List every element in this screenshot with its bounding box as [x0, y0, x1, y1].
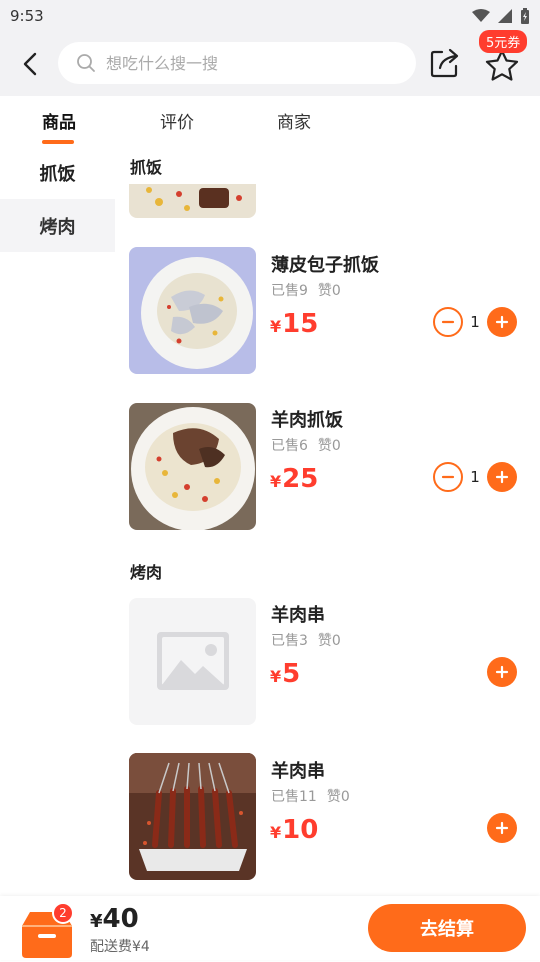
- search-bar[interactable]: [58, 42, 416, 84]
- section-title: 抓饭: [130, 158, 163, 177]
- cart-total: ¥40: [90, 904, 139, 934]
- item-like-count: 赞0: [317, 283, 341, 299]
- mutton-rice-image: [129, 403, 256, 530]
- item-name: 薄皮包子抓饭: [271, 255, 379, 276]
- battery-icon: [521, 8, 529, 24]
- sidebar-background: [0, 252, 115, 902]
- tab-reviews[interactable]: 评价: [160, 108, 194, 133]
- cart-total-value: 40: [102, 904, 139, 934]
- food-image[interactable]: [129, 247, 256, 374]
- currency-symbol: ¥: [90, 911, 103, 932]
- plus-icon: [495, 665, 509, 679]
- item-name: 羊肉抓饭: [271, 410, 343, 431]
- food-image[interactable]: [129, 403, 256, 530]
- section-title: 烤肉: [130, 563, 163, 582]
- decrease-quantity-button[interactable]: [433, 307, 463, 337]
- food-image[interactable]: [129, 184, 256, 218]
- item-meta: 已售11 赞0: [271, 786, 360, 806]
- item-meta: 已售6 赞0: [271, 435, 351, 455]
- search-icon: [77, 54, 95, 72]
- item-meta: 已售9 赞0: [271, 280, 351, 300]
- header: 5元券: [0, 30, 540, 96]
- currency-symbol: ¥: [270, 823, 282, 842]
- tab-products[interactable]: 商品: [42, 108, 76, 133]
- tab-active-indicator: [42, 140, 74, 144]
- item-price: ¥25: [270, 464, 318, 494]
- cart-count-badge: 2: [52, 902, 74, 924]
- item-sold-count: 已售11: [271, 789, 317, 805]
- baozi-rice-image: [129, 247, 256, 374]
- star-icon: [485, 49, 519, 81]
- favorite-button[interactable]: [484, 48, 520, 84]
- item-sold-count: 已售9: [271, 283, 308, 299]
- kebab-image: [129, 753, 256, 880]
- price-value: 5: [282, 659, 301, 689]
- item-meta: 已售3 赞0: [271, 630, 351, 650]
- checkout-button[interactable]: 去结算: [368, 904, 526, 952]
- currency-symbol: ¥: [270, 667, 282, 686]
- decrease-quantity-button[interactable]: [433, 462, 463, 492]
- item-sold-count: 已售6: [271, 438, 308, 454]
- sidebar-item-zhuafan[interactable]: 抓饭: [0, 146, 115, 199]
- category-sidebar: 抓饭 烤肉: [0, 146, 115, 252]
- status-bar: 9:53: [0, 0, 540, 32]
- back-button[interactable]: [14, 48, 46, 80]
- minus-icon: [441, 320, 455, 324]
- item-name: 羊肉串: [271, 761, 325, 782]
- price-value: 10: [282, 815, 319, 845]
- add-to-cart-button[interactable]: [487, 813, 517, 843]
- item-price: ¥15: [270, 309, 318, 339]
- item-price: ¥10: [270, 815, 318, 845]
- wifi-icon: [472, 9, 490, 22]
- item-like-count: 赞0: [317, 633, 341, 649]
- food-image[interactable]: [129, 753, 256, 880]
- item-sold-count: 已售3: [271, 633, 308, 649]
- sidebar-item-kaorou[interactable]: 烤肉: [0, 199, 115, 252]
- search-input[interactable]: [106, 53, 386, 73]
- status-time: 9:53: [10, 7, 44, 25]
- item-price: ¥5: [270, 659, 300, 689]
- signal-icon: [498, 9, 512, 23]
- cart-bar: 2 ¥40 配送费¥4 去结算: [0, 896, 540, 960]
- quantity-value: 1: [470, 468, 480, 486]
- item-name: 羊肉串: [271, 605, 325, 626]
- quantity-value: 1: [470, 313, 480, 331]
- currency-symbol: ¥: [270, 317, 282, 336]
- plus-icon: [495, 315, 509, 329]
- increase-quantity-button[interactable]: [487, 462, 517, 492]
- minus-icon: [441, 475, 455, 479]
- coupon-badge[interactable]: 5元券: [479, 30, 528, 53]
- add-to-cart-button[interactable]: [487, 657, 517, 687]
- item-like-count: 赞0: [317, 438, 341, 454]
- price-value: 25: [282, 464, 319, 494]
- plus-icon: [495, 470, 509, 484]
- share-icon: [430, 48, 459, 78]
- delivery-fee: 配送费¥4: [90, 939, 150, 955]
- tab-bar: 商品 评价 商家: [0, 96, 540, 146]
- rice-dish-image: [129, 184, 256, 218]
- food-image-placeholder[interactable]: [129, 598, 256, 725]
- increase-quantity-button[interactable]: [487, 307, 517, 337]
- item-like-count: 赞0: [326, 789, 350, 805]
- plus-icon: [495, 821, 509, 835]
- tab-merchant[interactable]: 商家: [277, 108, 311, 133]
- price-value: 15: [282, 309, 319, 339]
- image-placeholder-icon: [157, 632, 229, 690]
- currency-symbol: ¥: [270, 472, 282, 491]
- back-arrow-icon: [23, 52, 37, 76]
- share-button[interactable]: [428, 46, 462, 80]
